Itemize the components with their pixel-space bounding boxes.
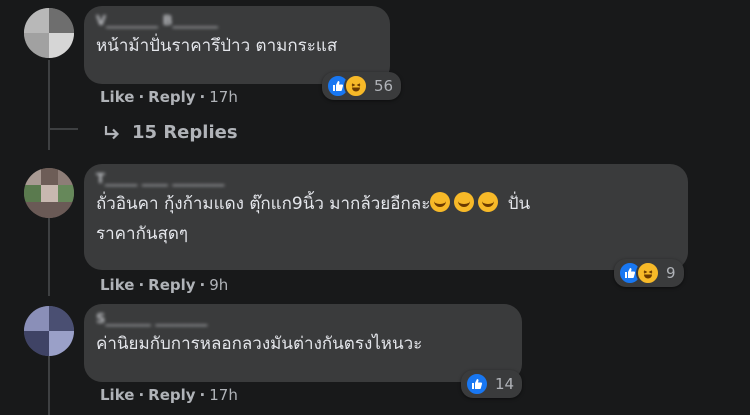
comment-text-line2: ราคากันสุดๆ: [96, 224, 189, 244]
separator: ·: [199, 276, 206, 294]
reply-arrow-icon: [102, 123, 122, 143]
haha-reaction-icon: [636, 261, 660, 285]
avatar[interactable]: [24, 8, 74, 58]
reaction-count: 9: [666, 264, 676, 282]
separator: ·: [199, 88, 206, 106]
like-button[interactable]: Like: [100, 88, 134, 106]
laughing-emoji-icon: [430, 192, 451, 212]
reply-button[interactable]: Reply: [148, 276, 195, 294]
replies-label: 15 Replies: [132, 122, 238, 143]
thread-line: [48, 216, 50, 296]
comment-text: หน้าม้าปั่นราคารึป่าว ตามกระแส: [96, 36, 338, 56]
comment-author[interactable]: S_______ ________: [96, 312, 510, 327]
timestamp[interactable]: 17h: [209, 386, 238, 404]
separator: ·: [138, 88, 145, 106]
reply-button[interactable]: Reply: [148, 386, 195, 404]
comment-bubble: S_______ ________ ค่านิยมกับการหลอกลวงมั…: [84, 304, 522, 382]
reaction-count: 56: [374, 77, 394, 95]
like-button[interactable]: Like: [100, 386, 134, 404]
reply-button[interactable]: Reply: [148, 88, 195, 106]
timestamp[interactable]: 17h: [209, 88, 238, 106]
comment-bubble: T_____ ____ ________ ถั่วอินคา กุ้งก้ามแ…: [84, 164, 688, 270]
like-button[interactable]: Like: [100, 276, 134, 294]
comment-actions: Like · Reply · 17h: [100, 88, 238, 106]
haha-reaction-icon: [344, 74, 368, 98]
avatar[interactable]: [24, 168, 74, 218]
timestamp[interactable]: 9h: [209, 276, 228, 294]
reaction-summary[interactable]: 9: [614, 259, 684, 287]
avatar[interactable]: [24, 306, 74, 356]
comment-author[interactable]: V________ B_______: [96, 14, 378, 29]
laughing-emoji-icon: [454, 192, 475, 212]
reaction-summary[interactable]: 14: [461, 370, 523, 398]
like-reaction-icon: [465, 372, 489, 396]
separator: ·: [138, 276, 145, 294]
comment-text: ถั่วอินคา กุ้งก้ามแดง ตุ๊กแก9นิ้ว มากล้ว…: [96, 189, 676, 249]
laughing-emoji-icon: [478, 192, 499, 212]
comment-text: ค่านิยมกับการหลอกลวงมันต่างกันตรงไหนวะ: [96, 334, 423, 354]
separator: ·: [138, 386, 145, 404]
comment-actions: Like · Reply · 17h: [100, 386, 238, 404]
comment-text-line1: ถั่วอินคา กุ้งก้ามแดง ตุ๊กแก9นิ้ว มากล้ว…: [96, 194, 431, 214]
reaction-count: 14: [495, 375, 515, 393]
comment-text-line1-tail: ปั่น: [507, 194, 531, 214]
view-replies-link[interactable]: 15 Replies: [102, 122, 238, 143]
comment-author[interactable]: T_____ ____ ________: [96, 172, 676, 187]
reaction-summary[interactable]: 56: [322, 72, 402, 100]
thread-line-branch: [48, 128, 78, 130]
separator: ·: [199, 386, 206, 404]
thread-line: [48, 60, 50, 150]
comment-actions: Like · Reply · 9h: [100, 276, 228, 294]
